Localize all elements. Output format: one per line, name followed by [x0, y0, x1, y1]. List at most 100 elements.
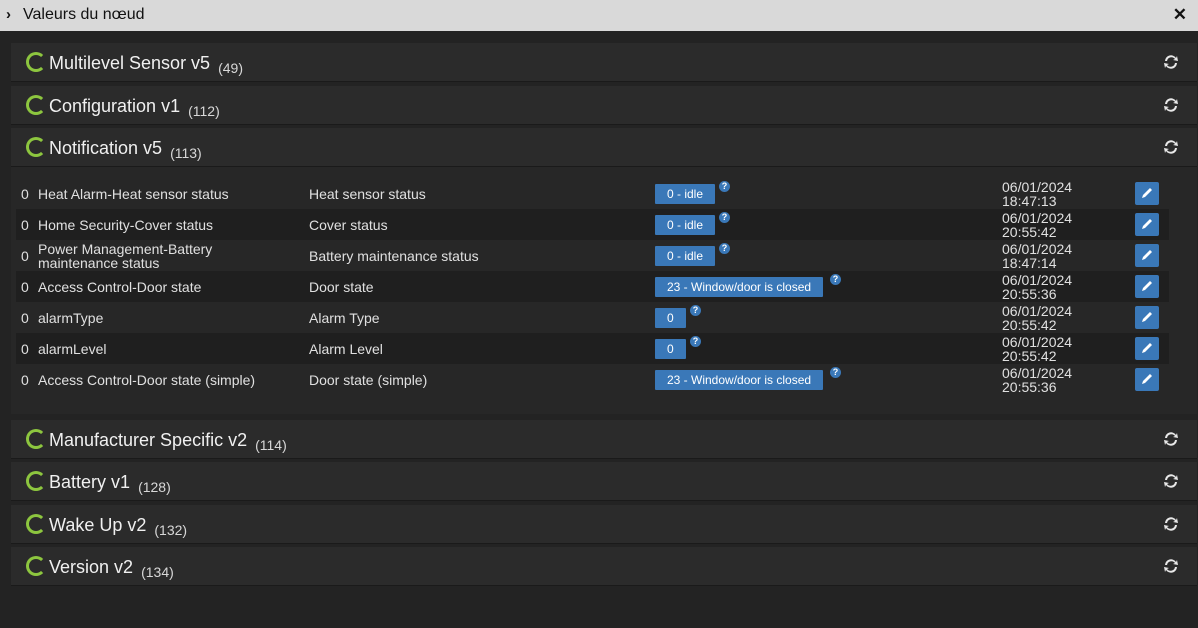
window-title: Valeurs du nœud [23, 6, 145, 23]
label-cell: Power Management-Battery maintenance sta… [38, 241, 213, 271]
question-icon[interactable]: ? [830, 274, 841, 285]
question-icon[interactable]: ? [719, 212, 730, 223]
label-cell: Home Security-Cover status [38, 217, 214, 233]
timestamp: 06/01/2024 20:55:36 [1002, 365, 1073, 395]
timestamp: 06/01/2024 20:55:42 [1002, 303, 1073, 333]
loading-ring-icon [26, 556, 46, 576]
panel-multilevel-sensor[interactable]: Multilevel Sensor v5 (49) [11, 43, 1197, 82]
table-row: 0 Access Control-Door state Door state 2… [16, 271, 1169, 302]
pencil-icon [1142, 219, 1152, 229]
value-badge[interactable]: 0 - idle [655, 215, 716, 235]
panel-header[interactable]: Battery v1 (128) [11, 462, 1197, 501]
values-table: 0 Heat Alarm-Heat sensor status Heat sen… [16, 178, 1169, 395]
help-cell: Alarm Level [309, 341, 383, 357]
panel-title: Multilevel Sensor v5 (49) [49, 53, 243, 76]
edit-button[interactable] [1135, 306, 1159, 329]
instance-cell: 0 [21, 279, 29, 295]
help-cell: Battery maintenance status [309, 248, 479, 264]
timestamp: 06/01/2024 20:55:36 [1002, 272, 1073, 302]
edit-button[interactable] [1135, 275, 1159, 298]
help-cell: Door state [309, 279, 374, 295]
label-cell: Heat Alarm-Heat sensor status [38, 186, 229, 202]
label-cell: Access Control-Door state [38, 279, 202, 295]
value-badge[interactable]: 0 - idle [655, 246, 716, 266]
timestamp: 06/01/2024 18:47:14 [1002, 241, 1073, 271]
pencil-icon [1142, 312, 1152, 322]
pencil-icon [1142, 281, 1152, 291]
loading-ring-icon [26, 137, 46, 157]
close-icon[interactable]: ✕ [1173, 5, 1187, 25]
instance-cell: 0 [21, 341, 29, 357]
chevron-right-icon[interactable]: › [6, 6, 11, 23]
refresh-icon[interactable] [1161, 556, 1181, 576]
refresh-icon[interactable] [1161, 137, 1181, 157]
instance-cell: 0 [21, 310, 29, 326]
table-row: 0 Access Control-Door state (simple) Doo… [16, 364, 1169, 395]
edit-button[interactable] [1135, 213, 1159, 236]
question-icon[interactable]: ? [719, 243, 730, 254]
timestamp: 06/01/2024 20:55:42 [1002, 210, 1073, 240]
pencil-icon [1142, 343, 1152, 353]
panel-battery[interactable]: Battery v1 (128) [11, 462, 1197, 501]
panel-header[interactable]: Multilevel Sensor v5 (49) [11, 43, 1197, 82]
panel-header[interactable]: Version v2 (134) [11, 547, 1197, 586]
instance-cell: 0 [21, 186, 29, 202]
value-badge[interactable]: 23 - Window/door is closed [655, 277, 824, 297]
edit-button[interactable] [1135, 244, 1159, 267]
question-icon[interactable]: ? [690, 336, 701, 347]
loading-ring-icon [26, 95, 46, 115]
timestamp: 06/01/2024 20:55:42 [1002, 334, 1073, 364]
edit-button[interactable] [1135, 182, 1159, 205]
help-cell: Door state (simple) [309, 372, 428, 388]
panel-header[interactable]: Manufacturer Specific v2 (114) [11, 420, 1197, 459]
panel-title: Notification v5 (113) [49, 138, 202, 161]
question-icon[interactable]: ? [690, 305, 701, 316]
panel-header[interactable]: Notification v5 (113) [11, 128, 1197, 167]
label-cell: alarmLevel [38, 341, 107, 357]
table-row: 0 Home Security-Cover status Cover statu… [16, 209, 1169, 240]
loading-ring-icon [26, 471, 46, 491]
pencil-icon [1142, 188, 1152, 198]
question-icon[interactable]: ? [830, 367, 841, 378]
loading-ring-icon [26, 429, 46, 449]
refresh-icon[interactable] [1161, 514, 1181, 534]
edit-button[interactable] [1135, 337, 1159, 360]
refresh-icon[interactable] [1161, 52, 1181, 72]
panel-configuration[interactable]: Configuration v1 (112) [11, 86, 1197, 125]
question-icon[interactable]: ? [719, 181, 730, 192]
table-row: 0 Heat Alarm-Heat sensor status Heat sen… [16, 178, 1169, 209]
timestamp: 06/01/2024 18:47:13 [1002, 179, 1073, 209]
help-cell: Alarm Type [309, 310, 380, 326]
refresh-icon[interactable] [1161, 471, 1181, 491]
pencil-icon [1142, 374, 1152, 384]
panel-title: Wake Up v2 (132) [49, 515, 188, 538]
window-titlebar: › Valeurs du nœud ✕ [0, 0, 1198, 31]
label-cell: Access Control-Door state (simple) [38, 372, 256, 388]
instance-cell: 0 [21, 217, 29, 233]
panel-header[interactable]: Configuration v1 (112) [11, 86, 1197, 125]
panel-title: Version v2 (134) [49, 557, 174, 580]
help-cell: Heat sensor status [309, 186, 426, 202]
table-row: 0 alarmType Alarm Type 0 ? 06/01/2024 20:… [16, 302, 1169, 333]
edit-button[interactable] [1135, 368, 1159, 391]
table-row: 0 alarmLevel Alarm Level 0 ? 06/01/2024 2… [16, 333, 1169, 364]
value-badge[interactable]: 23 - Window/door is closed [655, 370, 824, 390]
pencil-icon [1142, 250, 1152, 260]
instance-cell: 0 [21, 248, 29, 264]
value-badge[interactable]: 0 [655, 308, 686, 328]
help-cell: Cover status [309, 217, 388, 233]
label-cell: alarmType [38, 310, 104, 326]
refresh-icon[interactable] [1161, 429, 1181, 449]
panel-version[interactable]: Version v2 (134) [11, 547, 1197, 586]
refresh-icon[interactable] [1161, 95, 1181, 115]
value-badge[interactable]: 0 [655, 339, 686, 359]
panel-title: Configuration v1 (112) [49, 96, 220, 119]
loading-ring-icon [26, 52, 46, 72]
panel-wake-up[interactable]: Wake Up v2 (132) [11, 505, 1197, 544]
panel-title: Manufacturer Specific v2 (114) [49, 430, 287, 453]
panel-manufacturer-specific[interactable]: Manufacturer Specific v2 (114) [11, 420, 1197, 459]
value-badge[interactable]: 0 - idle [655, 184, 716, 204]
panel-header[interactable]: Wake Up v2 (132) [11, 505, 1197, 544]
loading-ring-icon [26, 514, 46, 534]
instance-cell: 0 [21, 372, 29, 388]
